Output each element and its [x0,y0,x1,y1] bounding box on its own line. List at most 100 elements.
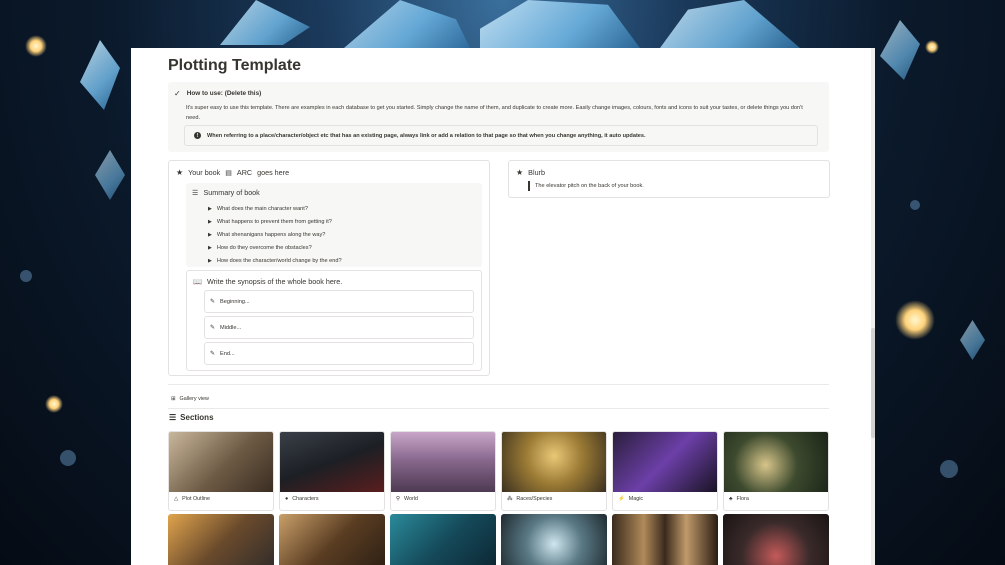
page-title: Plotting Template [168,57,302,74]
toggle-item[interactable]: ▶ What does the main character want? [208,203,342,216]
gallery-card-characters[interactable]: ● Characters [279,431,385,511]
grid-icon: ⊞ [171,396,176,402]
blurb-heading: ★ Blurb [516,168,545,177]
gallery-card-magic[interactable]: ⚡ Magic [612,431,718,511]
scrollbar-track[interactable] [871,48,875,565]
synopsis-block: 📖 Write the synopsis of the whole book h… [186,270,482,371]
toggle-arrow-icon[interactable]: ▶ [208,232,212,238]
card-label: Flora [736,496,749,502]
card-cover-image [613,432,717,492]
edit-icon: ✎ [210,325,216,331]
toggle-item[interactable]: ▶ How do they overcome the obstacles? [208,242,342,255]
synopsis-middle[interactable]: ✎ Middle... [204,316,474,339]
question-label: How do they overcome the obstacles? [216,245,312,252]
question-label: What shenanigans happens along the way? [216,232,326,239]
gallery-card-flora[interactable]: ♣ Flora [723,431,829,511]
card-label: Magic [628,496,644,502]
synopsis-title: Write the synopsis of the whole book her… [206,277,343,286]
toggle-arrow-icon[interactable]: ▶ [208,245,212,251]
synopsis-end[interactable]: ✎ End... [204,342,474,365]
card-label: World [403,496,418,502]
edit-icon: ✎ [210,351,216,357]
book-suffix: goes here [257,168,290,177]
how-to-heading: How to use: (Delete this) [186,90,262,97]
toggle-arrow-icon[interactable]: ▶ [208,219,212,225]
gallery-divider [168,408,829,409]
list-icon: ☰ [192,188,199,197]
card-cover-image [279,514,385,565]
question-label: What happens to prevent them from gettin… [216,219,332,226]
gallery-card[interactable] [501,514,607,565]
card-cover-image [612,514,718,565]
blurb-card: ★ Blurb The elevator pitch on the back o… [508,160,830,198]
card-cover-image [723,514,829,565]
location-pin-icon: ⚲ [396,496,400,502]
card-cover-image [391,432,495,492]
card-label: Characters [292,496,319,502]
card-cover-image [501,514,607,565]
toggle-item[interactable]: ▶ What shenanigans happens along the way? [208,229,342,242]
star-icon: ★ [176,168,184,177]
group-icon: ⁂ [507,496,513,502]
gallery-view-label: Gallery view [179,396,209,402]
toggle-item[interactable]: ▶ How does the character/world change by … [208,255,342,268]
card-cover-image [390,514,496,565]
gallery-card-races-species[interactable]: ⁂ Races/Species [501,431,607,511]
gallery-card-world[interactable]: ⚲ World [390,431,496,511]
gallery-card[interactable] [723,514,829,565]
gallery-view-tab[interactable]: ⊞ Gallery view [171,396,209,402]
sections-title[interactable]: ☰ Sections [169,413,214,422]
card-caption: ⚲ World [396,496,418,502]
questions-list: ▶ What does the main character want? ▶ Wha… [208,203,342,267]
card-cover-image [502,432,606,492]
gallery-card[interactable] [390,514,496,565]
synopsis-heading: 📖 Write the synopsis of the whole book h… [193,277,342,286]
card-cover-image [169,432,273,492]
notice-callout: ! When referring to a place/character/ob… [184,125,818,146]
toggle-arrow-icon[interactable]: ▶ [208,258,212,264]
card-label: Plot Outline [182,496,211,502]
card-caption: △ Plot Outline [174,496,210,502]
synopsis-beginning[interactable]: ✎ Beginning... [204,290,474,313]
edit-icon: ✎ [210,299,216,305]
summary-title: Summary of book [203,188,260,197]
toggle-arrow-icon[interactable]: ▶ [208,206,212,212]
book-open-icon: 📖 [193,277,202,286]
warning-triangle-icon: △ [174,496,179,502]
summary-block: ☰ Summary of book ▶ What does the main ch… [186,183,482,267]
book-heading: ★ Your book ▤ ARC goes here [176,168,289,177]
toggle-item[interactable]: ▶ What happens to prevent them from getti… [208,216,342,229]
book-card: ★ Your book ▤ ARC goes here ☰ Summary of… [168,160,490,376]
arc-link[interactable]: ARC [237,168,252,177]
checkmark-icon: ✓ [174,89,181,98]
summary-heading: ☰ Summary of book [192,188,260,197]
gallery-card[interactable] [279,514,385,565]
card-caption: ♣ Flora [729,496,749,502]
synopsis-part-label: Beginning... [220,298,250,305]
blurb-quote[interactable]: The elevator pitch on the back of your b… [528,181,644,191]
blurb-title: Blurb [528,168,545,177]
gallery-card[interactable] [168,514,274,565]
card-caption: ⚡ Magic [618,496,643,502]
synopsis-part-label: Middle... [220,324,242,331]
card-cover-image [724,432,828,492]
sections-label: Sections [180,413,214,422]
card-label: Races/Species [516,496,553,502]
notice-text: When referring to a place/character/obje… [207,132,646,139]
how-to-body: It's super easy to use this template. Th… [186,105,803,121]
scrollbar-thumb[interactable] [871,328,875,438]
notion-page: Plotting Template ✓ How to use: (Delete … [131,48,875,565]
how-to-toggle[interactable]: ✓ How to use: (Delete this) [174,89,261,98]
how-to-callout: ✓ How to use: (Delete this) It's super e… [168,82,829,152]
gallery-card[interactable] [612,514,718,565]
gallery-card-plot-outline[interactable]: △ Plot Outline [168,431,274,511]
card-cover-image [168,514,274,565]
plant-icon: ♣ [729,496,733,502]
card-cover-image [280,432,384,492]
card-caption: ⁂ Races/Species [507,496,552,502]
magic-wand-icon: ⚡ [618,496,625,502]
person-icon: ● [285,496,289,502]
divider [168,384,829,385]
question-label: What does the main character want? [216,206,308,213]
list-icon: ☰ [169,413,177,422]
